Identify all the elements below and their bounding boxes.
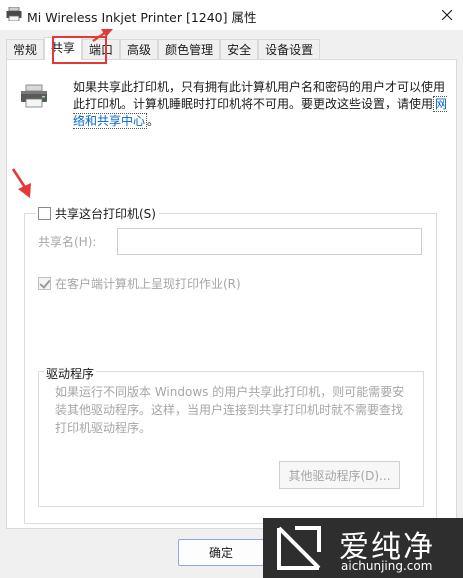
title-bar: Mi Wireless Inkjet Printer [1240] 属性	[0, 0, 463, 30]
watermark-icon	[277, 526, 321, 570]
render-jobs-checkbox-row[interactable]: 在客户端计算机上呈现打印作业(R)	[38, 275, 241, 292]
drivers-description: 如果运行不同版本 Windows 的用户共享此打印机，则可能需要安装其他驱动程序…	[55, 385, 405, 435]
watermark-logo: 爱纯净 aichunjing.com	[263, 518, 463, 578]
info-text-body: 如果共享此打印机，只有拥有此计算机用户名和密码的用户才可以使用此打印机。计算机睡…	[73, 80, 446, 111]
close-button[interactable]	[430, 0, 463, 30]
window-title: Mi Wireless Inkjet Printer [1240] 属性	[27, 10, 257, 25]
share-printer-checkbox[interactable]	[38, 206, 51, 220]
tab-general[interactable]: 常规	[6, 39, 45, 60]
info-text-suffix: 。	[147, 114, 160, 128]
annotation-arrow-icon	[92, 29, 113, 42]
render-jobs-label: 在客户端计算机上呈现打印作业(R)	[55, 277, 241, 291]
share-printer-label: 共享这台打印机(S)	[55, 206, 156, 221]
share-name-input[interactable]	[117, 228, 422, 255]
tab-security[interactable]: 安全	[220, 39, 259, 60]
ok-button[interactable]: 确定	[178, 539, 264, 566]
tab-ports[interactable]: 端口	[82, 39, 121, 60]
close-icon	[441, 10, 452, 20]
annotation-arrow-icon	[11, 168, 31, 198]
render-jobs-checkbox[interactable]	[38, 277, 51, 290]
tab-color-management[interactable]: 颜色管理	[158, 39, 221, 60]
watermark-url: aichunjing.com	[341, 559, 433, 573]
additional-drivers-button[interactable]: 其他驱动程序(D)...	[279, 461, 400, 489]
printer-icon	[6, 7, 22, 21]
tab-sharing[interactable]: 共享	[44, 37, 83, 60]
sharing-info-text: 如果共享此打印机，只有拥有此计算机用户名和密码的用户才可以使用此打印机。计算机睡…	[73, 79, 449, 130]
tab-advanced[interactable]: 高级	[120, 39, 159, 60]
share-name-label: 共享名(H):	[38, 235, 97, 249]
printer-large-icon	[21, 84, 47, 108]
tab-bar: 常规 共享 端口 高级 颜色管理 安全 设备设置	[6, 37, 321, 60]
tab-device-settings[interactable]: 设备设置	[258, 39, 321, 60]
drivers-group-title: 驱动程序	[44, 365, 97, 382]
share-printer-checkbox-row[interactable]: 共享这台打印机(S)	[36, 205, 159, 221]
